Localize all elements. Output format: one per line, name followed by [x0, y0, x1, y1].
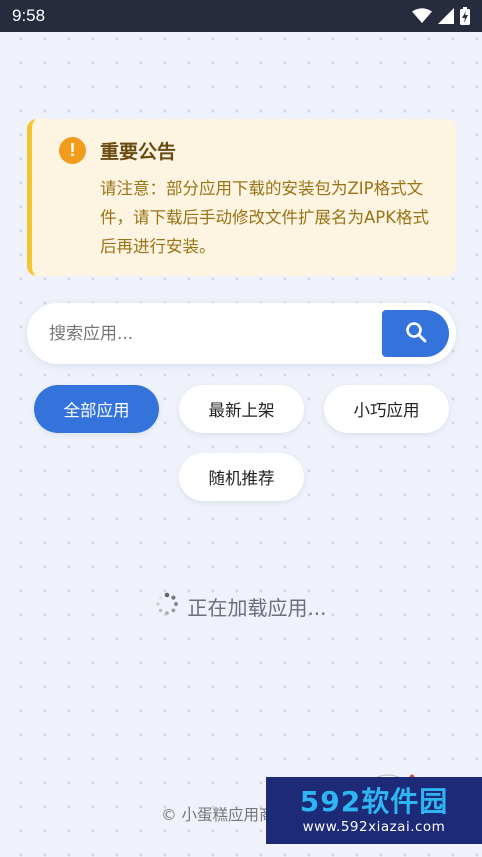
loading-indicator: 正在加载应用... [0, 588, 482, 624]
watermark-url: www.592xiazai.com [302, 818, 446, 835]
site-watermark: 592软件园 www.592xiazai.com [266, 777, 482, 844]
battery-icon [460, 7, 470, 25]
announcement-card: ! 重要公告 请注意：部分应用下载的安装包为ZIP格式文件，请下载后手动修改文件… [27, 119, 456, 276]
search-bar [27, 303, 456, 364]
filter-random[interactable]: 随机推荐 [179, 453, 304, 501]
filter-small-apps[interactable]: 小巧应用 [324, 385, 449, 433]
search-button[interactable] [382, 310, 449, 357]
filter-all-apps[interactable]: 全部应用 [34, 385, 159, 433]
announcement-title: 重要公告 [100, 141, 177, 163]
search-icon [405, 321, 427, 347]
status-time: 9:58 [12, 6, 46, 25]
announcement-body: 请注意：部分应用下载的安装包为ZIP格式文件，请下载后手动修改文件扩展名为APK… [100, 179, 430, 256]
watermark-logo: 592软件园 [299, 784, 449, 818]
announcement-header: ! 重要公告 [59, 137, 434, 164]
signal-icon [438, 8, 454, 24]
status-bar: 9:58 [0, 0, 482, 32]
search-input[interactable] [49, 303, 369, 364]
filter-new-arrivals[interactable]: 最新上架 [179, 385, 304, 433]
wifi-icon [412, 8, 432, 24]
spinner-icon [155, 592, 179, 621]
warning-icon: ! [59, 137, 86, 164]
status-icons [412, 7, 470, 25]
loading-text: 正在加载应用... [187, 595, 327, 620]
